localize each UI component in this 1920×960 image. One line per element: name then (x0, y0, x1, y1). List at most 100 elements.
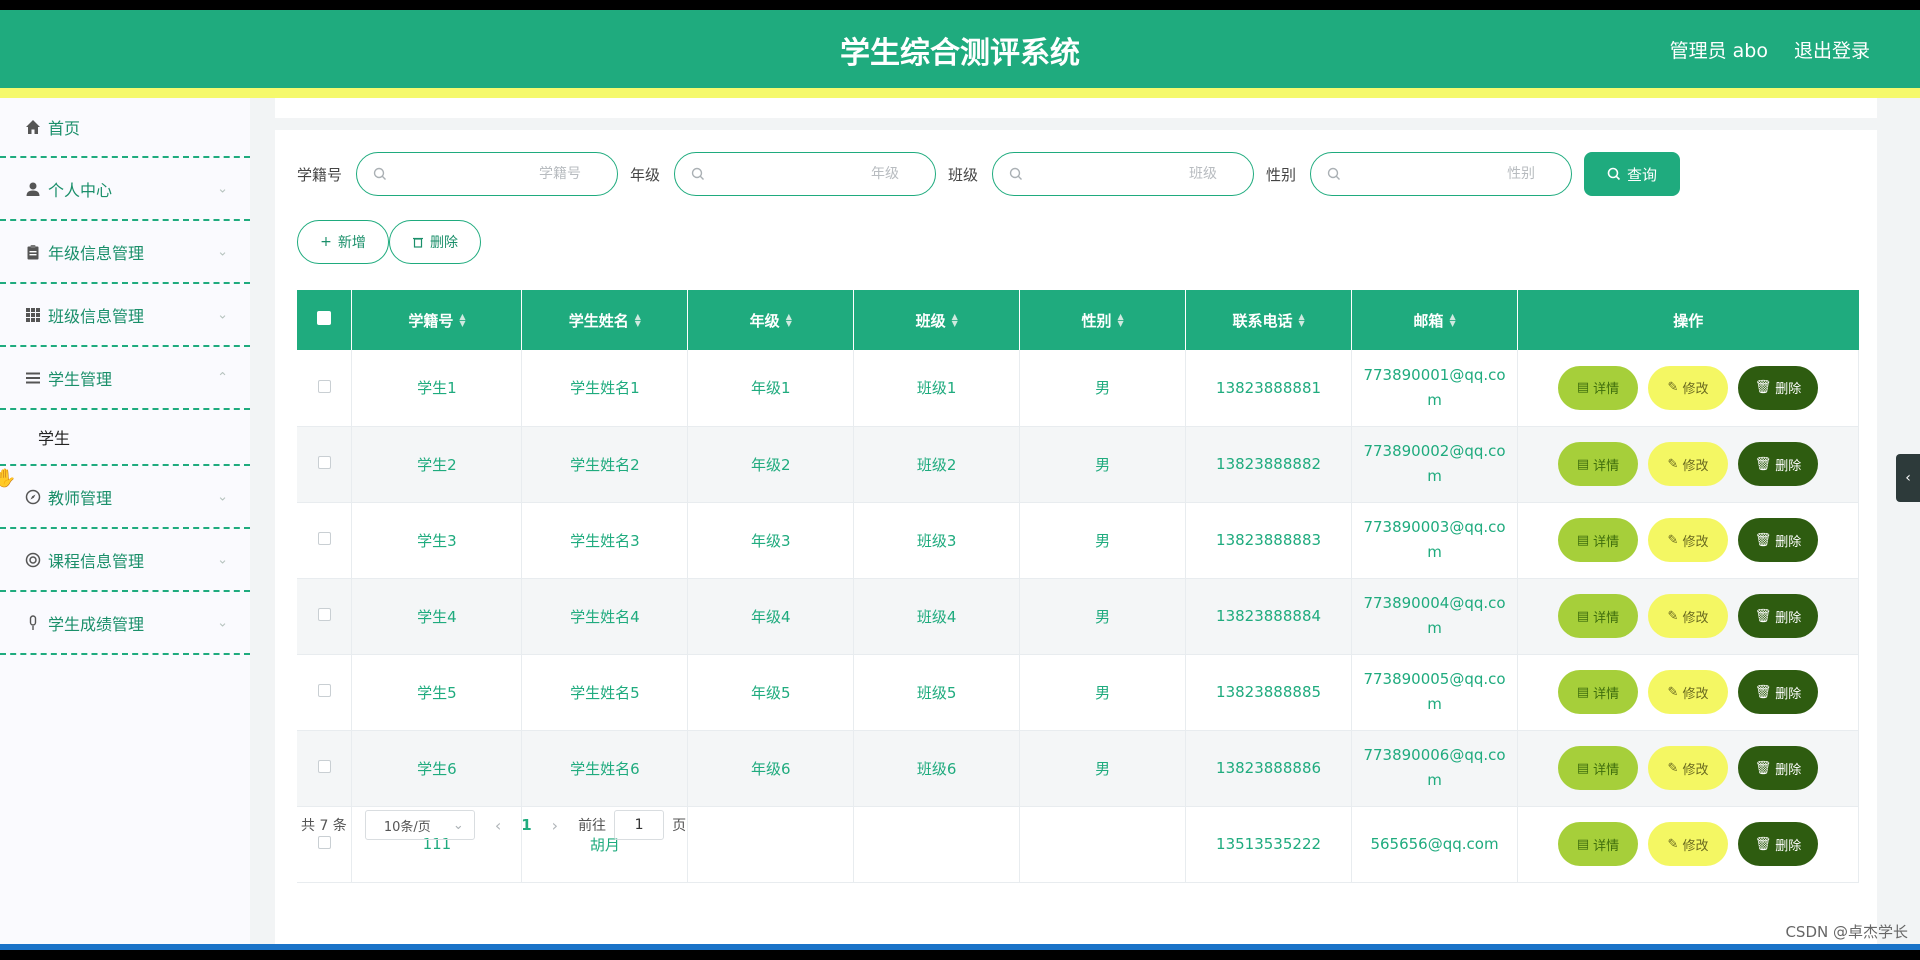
cell-student-name: 学生姓名5 (521, 654, 689, 731)
row-checkbox[interactable] (317, 379, 331, 393)
add-button[interactable]: + 新增 (297, 220, 389, 264)
col-class[interactable]: 班级 ▲ ▼ (853, 290, 1021, 350)
delete-button[interactable]: 🗑 删除 (1738, 746, 1818, 790)
chevron-down-icon: ⌄ (217, 615, 228, 630)
sidebar-item-label: 学生成绩管理 (48, 614, 145, 634)
cell-gender: 男 (1019, 578, 1187, 655)
next-page-icon[interactable]: › (552, 816, 558, 835)
trash-icon: 🗑 (1754, 760, 1772, 776)
edit-button[interactable]: ✎ 修改 (1648, 822, 1728, 866)
sidebar-item-personal-center[interactable]: 个人中心 ⌄ (0, 158, 250, 221)
col-grade[interactable]: 年级 ▲ ▼ (687, 290, 855, 350)
cell-grade: 年级4 (687, 578, 855, 655)
edit-button[interactable]: ✎ 修改 (1648, 518, 1728, 562)
cell-phone: 13823888884 (1185, 578, 1353, 655)
select-all-cell (297, 290, 353, 350)
sidebar-item-label: 首页 (48, 119, 81, 138)
total-count: 共 7 条 (301, 818, 347, 834)
delete-button[interactable]: 🗑 删除 (1738, 518, 1818, 562)
detail-button[interactable]: ▤ 详情 (1558, 594, 1638, 638)
email-line-1: 773890003@qq.co (1363, 518, 1506, 536)
detail-button[interactable]: ▤ 详情 (1558, 746, 1638, 790)
current-page[interactable]: 1 (521, 816, 531, 834)
chevron-down-icon: ⌄ (217, 244, 228, 259)
goto-page-input[interactable]: 1 (614, 810, 665, 840)
row-checkbox[interactable] (317, 532, 331, 545)
cell-class: 班级1 (853, 350, 1021, 427)
cell-gender: 男 (1019, 730, 1187, 807)
delete-label: 删除 (1775, 458, 1802, 474)
plus-icon: + (320, 234, 332, 250)
collapse-panel-button[interactable]: ‹ (1896, 454, 1920, 502)
cell-email: 773890002@qq.co m (1351, 426, 1518, 503)
student-id-input[interactable] (387, 166, 602, 182)
grade-input[interactable] (705, 166, 920, 182)
detail-button[interactable]: ▤ 详情 (1558, 365, 1638, 410)
cell-email: 565656@qq.com (1351, 806, 1518, 883)
detail-button[interactable]: ▤ 详情 (1558, 670, 1638, 714)
sidebar-item-course-management[interactable]: 课程信息管理 ⌄ (0, 529, 250, 592)
query-button-label: 查询 (1627, 165, 1658, 184)
delete-label: 删除 (1775, 610, 1802, 626)
hand-cursor-icon: ✋ (0, 468, 17, 489)
detail-button[interactable]: ▤ 详情 (1558, 518, 1638, 562)
page-size-value: 10条/页 (383, 819, 431, 835)
sidebar-item-grade-management[interactable]: 年级信息管理 ⌄ (0, 221, 250, 284)
detail-label: 详情 (1593, 762, 1620, 778)
cell-phone: 13823888883 (1185, 502, 1353, 579)
query-button[interactable]: 查询 (1584, 152, 1681, 196)
row-select-cell (297, 654, 353, 731)
row-checkbox[interactable] (317, 608, 331, 621)
edit-button[interactable]: ✎ 修改 (1648, 594, 1728, 638)
delete-button[interactable]: 🗑 删除 (1738, 594, 1818, 638)
delete-button[interactable]: 🗑 删除 (1738, 670, 1818, 714)
delete-label: 删除 (1775, 534, 1802, 550)
sidebar-item-score-management[interactable]: 学生成绩管理 ⌄ (0, 592, 250, 655)
chevron-down-icon: ⌄ (217, 489, 228, 504)
col-gender[interactable]: 性别 ▲ ▼ (1019, 290, 1187, 350)
delete-button[interactable]: 🗑 删除 (1738, 442, 1818, 486)
document-icon: ▤ (1576, 608, 1590, 624)
cell-actions: ▤ 详情 ✎ 修改 🗑 删除 (1517, 502, 1859, 579)
edit-button[interactable]: ✎ 修改 (1648, 365, 1728, 410)
edit-button[interactable]: ✎ 修改 (1648, 670, 1728, 714)
col-phone[interactable]: 联系电话 ▲ ▼ (1185, 290, 1353, 350)
delete-button[interactable]: 🗑 删除 (1738, 822, 1818, 866)
cell-student-name: 学生姓名6 (521, 730, 689, 807)
sidebar-item-class-management[interactable]: 班级信息管理 ⌄ (0, 284, 250, 347)
pencil-icon: ✎ (1667, 760, 1679, 776)
detail-label: 详情 (1593, 610, 1620, 626)
sidebar-subitem-student[interactable]: 学生 (0, 410, 250, 466)
table-header-row: 学籍号 ▲ ▼ 学生姓名 ▲ ▼ 年级 ▲ ▼ 班级 ▲ ▼ 性别 ▲ ▼ 联系电话 ▲ ▼ 邮箱 ▲ ▼ … (297, 290, 1859, 350)
edit-button[interactable]: ✎ 修改 (1648, 442, 1728, 486)
row-checkbox[interactable] (317, 684, 331, 697)
page-size-select[interactable]: 10条/页 ⌄ (364, 810, 475, 840)
cell-class: 班级6 (853, 730, 1021, 807)
sidebar-item-teacher-management[interactable]: 教师管理 ⌄ (0, 466, 250, 529)
col-student-name[interactable]: 学生姓名 ▲ ▼ (521, 290, 689, 350)
prev-page-icon[interactable]: ‹ (495, 816, 501, 835)
cell-student-name: 学生姓名4 (521, 578, 689, 655)
sidebar-item-student-management[interactable]: 学生管理 ⌃ (0, 347, 250, 410)
logout-button[interactable]: 退出登录 (1794, 36, 1870, 63)
gender-input[interactable] (1341, 166, 1556, 182)
clipboard-icon (22, 241, 44, 263)
sidebar-item-home[interactable]: 首页 (0, 98, 250, 158)
cell-class: 班级5 (853, 654, 1021, 731)
edit-button[interactable]: ✎ 修改 (1648, 746, 1728, 790)
detail-button[interactable]: ▤ 详情 (1558, 822, 1638, 866)
detail-button[interactable]: ▤ 详情 (1558, 442, 1638, 486)
col-email[interactable]: 邮箱 ▲ ▼ (1351, 290, 1518, 350)
col-student-id[interactable]: 学籍号 ▲ ▼ (351, 290, 523, 350)
batch-delete-button[interactable]: 删除 (389, 220, 481, 264)
select-all-checkbox[interactable] (317, 311, 332, 325)
sort-icon: ▲ ▼ (634, 312, 641, 328)
trash-icon: 🗑 (1754, 836, 1772, 852)
search-icon (1607, 167, 1621, 181)
pagination: 共 7 条 10条/页 ⌄ ‹ 1 › 前往 1 页 (301, 810, 686, 840)
row-checkbox[interactable] (317, 456, 331, 469)
class-input[interactable] (1023, 166, 1238, 182)
row-checkbox[interactable] (317, 760, 331, 773)
trash-icon: 🗑 (1754, 608, 1772, 624)
delete-button[interactable]: 🗑 删除 (1738, 365, 1818, 410)
